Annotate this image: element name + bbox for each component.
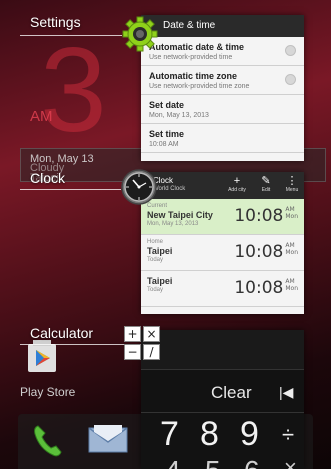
- digit-4-button[interactable]: 4: [165, 455, 181, 469]
- play-store-label[interactable]: Play Store: [20, 385, 75, 399]
- city-row-home[interactable]: Home Taipei Today 10:08 AM Mon: [141, 235, 304, 271]
- clock-label-underline: [20, 189, 121, 190]
- phone-icon[interactable]: [32, 424, 62, 458]
- home-clock-digit: 3: [40, 23, 107, 157]
- city-row-current[interactable]: Current New Taipei City Mon, May 13, 201…: [141, 199, 304, 235]
- edit-label: Edit: [261, 187, 271, 193]
- city-ampm: AM Mon: [285, 206, 298, 220]
- setting-subtitle: Mon, May 13, 2013: [149, 112, 209, 119]
- city-time: 10:08 AM Mon: [234, 206, 298, 226]
- plus-icon: +: [233, 175, 241, 187]
- setting-subtitle: Use network-provided time zone: [149, 83, 250, 90]
- digit-6-button[interactable]: 6: [244, 455, 260, 469]
- settings-header: Date & time: [141, 15, 304, 37]
- ampm-value: AM: [285, 278, 295, 285]
- calc-icon-times: ×: [143, 326, 160, 342]
- multiply-button[interactable]: ×: [284, 455, 297, 469]
- edit-icon: ✎: [261, 175, 271, 187]
- city-ampm: AM Mon: [285, 242, 298, 256]
- digit-5-button[interactable]: 5: [205, 455, 221, 469]
- city-ampm: AM Mon: [285, 278, 298, 292]
- clear-button[interactable]: Clear: [211, 383, 252, 403]
- digit-8-button[interactable]: 8: [200, 415, 219, 454]
- setting-set-date[interactable]: Set date Mon, May 13, 2013: [141, 95, 304, 124]
- city-row-extra[interactable]: Taipei Today 10:08 AM Mon: [141, 271, 304, 307]
- day-value: Mon: [285, 213, 298, 220]
- setting-automatic-date-time[interactable]: Automatic date & time Use network-provid…: [141, 37, 304, 66]
- settings-app-label: Settings: [30, 14, 81, 30]
- settings-label-underline: [20, 35, 122, 36]
- toggle-checkbox[interactable]: [285, 45, 296, 56]
- divide-button[interactable]: ÷: [282, 422, 294, 448]
- edit-button[interactable]: ✎ Edit: [256, 175, 276, 193]
- day-value: Mon: [285, 249, 298, 256]
- add-city-label: Add city: [228, 187, 246, 193]
- menu-icon: ⋮: [286, 175, 298, 187]
- settings-gear-icon[interactable]: [122, 16, 158, 52]
- mail-icon[interactable]: [88, 424, 128, 454]
- city-time-value: 10:08: [234, 278, 284, 298]
- calculator-display: [141, 330, 304, 370]
- setting-subtitle: 10:08 AM: [149, 141, 179, 148]
- calc-icon-plus: +: [124, 326, 141, 342]
- setting-title: Set date: [149, 100, 185, 110]
- backspace-button[interactable]: |◀: [279, 384, 293, 401]
- digit-9-button[interactable]: 9: [240, 415, 259, 454]
- city-time-value: 10:08: [234, 242, 284, 262]
- clock-app-label: Clock: [30, 170, 66, 186]
- city-time-value: 10:08: [234, 206, 284, 226]
- menu-button[interactable]: ⋮ Menu: [282, 175, 302, 193]
- setting-set-time[interactable]: Set time 10:08 AM: [141, 124, 304, 153]
- digit-7-button[interactable]: 7: [160, 415, 179, 454]
- setting-title: Automatic date & time: [149, 42, 245, 52]
- ampm-value: AM: [285, 206, 295, 213]
- calculator-divider: [141, 412, 304, 413]
- ampm-value: AM: [285, 242, 295, 249]
- clock-toolbar-subtitle: World Clock: [153, 186, 186, 192]
- menu-label: Menu: [285, 187, 299, 193]
- setting-title: Automatic time zone: [149, 71, 238, 81]
- clock-toolbar: Clock World Clock + Add city ✎ Edit ⋮ Me…: [141, 172, 304, 199]
- day-value: Mon: [285, 285, 298, 292]
- city-time: 10:08 AM Mon: [234, 278, 298, 298]
- calc-icon-divide: /: [143, 344, 160, 360]
- city-time: 10:08 AM Mon: [234, 242, 298, 262]
- calculator-icon[interactable]: + × − /: [124, 326, 162, 362]
- add-city-button[interactable]: + Add city: [227, 175, 247, 193]
- setting-automatic-time-zone[interactable]: Automatic time zone Use network-provided…: [141, 66, 304, 95]
- setting-title: Set time: [149, 129, 185, 139]
- settings-recent-card[interactable]: Date & time Automatic date & time Use ne…: [141, 15, 304, 161]
- clock-watch-icon[interactable]: [121, 169, 157, 205]
- home-clock-ampm: AM: [30, 108, 53, 125]
- calculator-app-label: Calculator: [30, 325, 94, 341]
- setting-subtitle: Use network-provided time: [149, 54, 233, 61]
- calc-icon-minus: −: [124, 344, 141, 360]
- toggle-checkbox[interactable]: [285, 74, 296, 85]
- clock-recent-card[interactable]: Clock World Clock + Add city ✎ Edit ⋮ Me…: [141, 172, 304, 314]
- calculator-label-underline: [20, 344, 124, 345]
